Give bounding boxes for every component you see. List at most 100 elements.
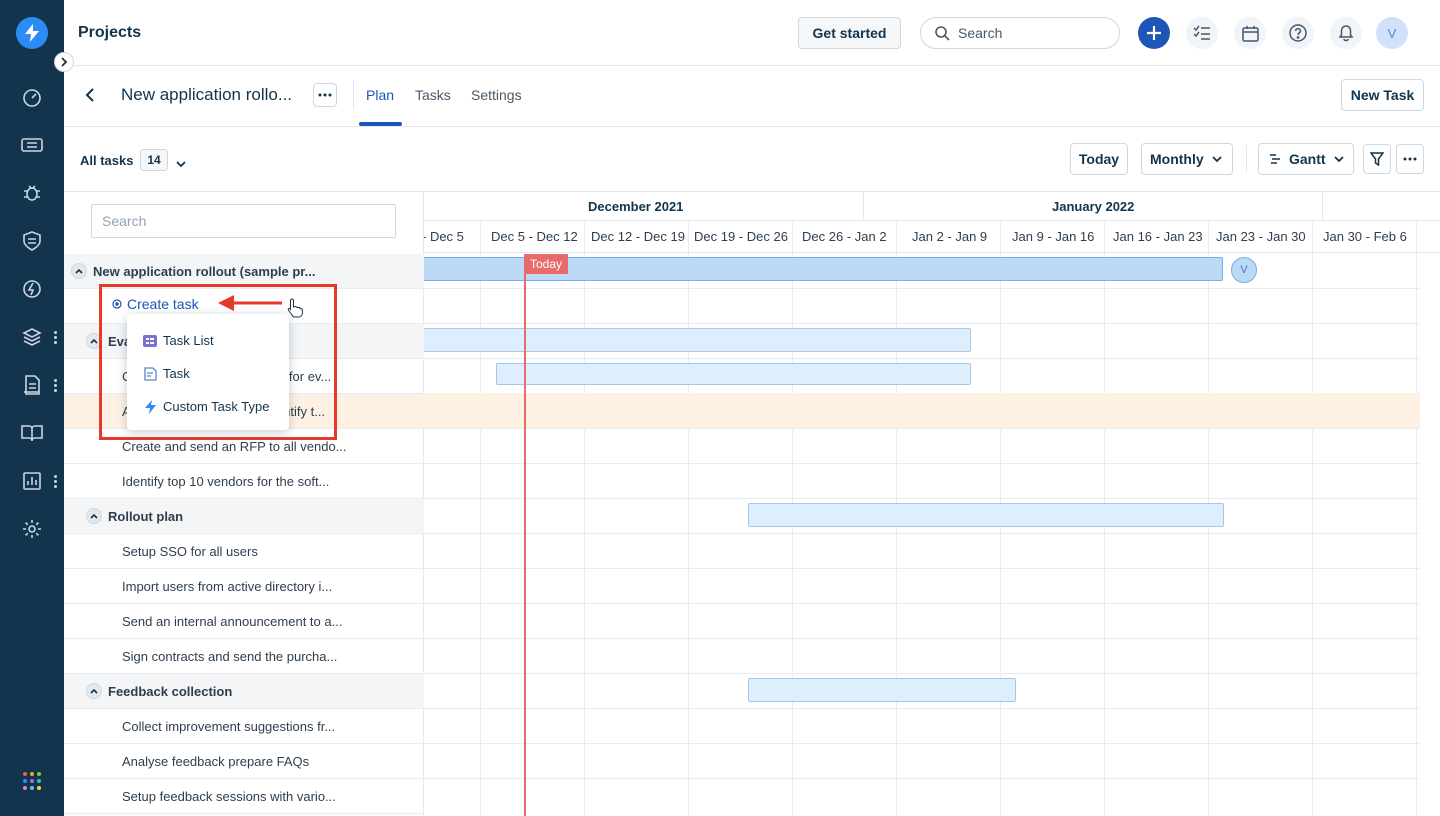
collapse-icon[interactable] bbox=[71, 263, 87, 279]
group-label: Feedback collection bbox=[108, 683, 233, 699]
task-bar[interactable] bbox=[496, 363, 971, 385]
task-row[interactable]: Sign contracts and send the purcha... bbox=[64, 639, 424, 674]
project-more-button[interactable] bbox=[313, 83, 337, 107]
week-label: Jan 23 - Jan 30 bbox=[1216, 229, 1306, 244]
tab-settings[interactable]: Settings bbox=[471, 87, 522, 103]
chevron-down-icon[interactable] bbox=[176, 155, 186, 171]
automation-icon[interactable] bbox=[20, 277, 44, 301]
left-nav-rail bbox=[0, 0, 64, 816]
grid-line bbox=[480, 221, 481, 816]
tickets-icon[interactable] bbox=[20, 133, 44, 157]
todo-checklist-button[interactable] bbox=[1186, 17, 1218, 49]
shield-icon[interactable] bbox=[20, 229, 44, 253]
task-list-bar[interactable] bbox=[424, 328, 971, 352]
chevron-down-icon bbox=[1333, 156, 1344, 163]
month-label: January 2022 bbox=[1052, 199, 1135, 214]
annotation-arrow-icon bbox=[218, 294, 284, 315]
dashboard-icon[interactable] bbox=[20, 86, 44, 110]
group-label: New application rollout (sample pr... bbox=[93, 263, 316, 279]
grid-line bbox=[424, 463, 1420, 464]
tab-plan[interactable]: Plan bbox=[366, 87, 394, 103]
layers-icon[interactable] bbox=[20, 325, 44, 349]
ellipsis-icon bbox=[1403, 157, 1417, 161]
task-row[interactable]: Setup feedback sessions with vario... bbox=[64, 779, 424, 814]
expand-sidebar-button[interactable] bbox=[54, 52, 74, 72]
grid-line bbox=[424, 428, 1420, 429]
tab-tasks[interactable]: Tasks bbox=[415, 87, 451, 103]
notifications-button[interactable] bbox=[1330, 17, 1362, 49]
task-label: Send an internal announcement to a... bbox=[122, 613, 343, 629]
divider bbox=[1322, 192, 1323, 221]
task-row[interactable]: Import users from active directory i... bbox=[64, 569, 424, 604]
more-options-button[interactable] bbox=[1396, 144, 1424, 174]
week-label: Jan 9 - Jan 16 bbox=[1012, 229, 1095, 244]
task-row[interactable]: Collect improvement suggestions fr... bbox=[64, 709, 424, 744]
task-count-badge: 14 bbox=[140, 149, 168, 171]
collapse-icon[interactable] bbox=[86, 508, 102, 524]
collapse-icon[interactable] bbox=[86, 683, 102, 699]
task-group-row[interactable]: Rollout plan bbox=[64, 499, 424, 534]
grid-line bbox=[424, 708, 1420, 709]
week-label: Dec 12 - Dec 19 bbox=[591, 229, 685, 244]
global-search-input[interactable]: Search bbox=[920, 17, 1120, 49]
task-label: Setup SSO for all users bbox=[122, 543, 258, 559]
grid-line bbox=[424, 778, 1420, 779]
apps-switcher-icon[interactable] bbox=[23, 772, 41, 790]
grid-line bbox=[584, 221, 585, 816]
assignee-avatar[interactable]: V bbox=[1231, 257, 1257, 283]
gantt-icon bbox=[1270, 154, 1280, 164]
user-avatar[interactable]: V bbox=[1376, 17, 1408, 49]
filter-icon bbox=[1370, 152, 1384, 166]
search-icon bbox=[935, 25, 950, 41]
timescale-select[interactable]: Monthly bbox=[1141, 143, 1233, 175]
help-button[interactable] bbox=[1282, 17, 1314, 49]
quick-create-button[interactable] bbox=[1138, 17, 1170, 49]
task-row[interactable]: Send an internal announcement to a... bbox=[64, 604, 424, 639]
divider bbox=[863, 192, 864, 221]
book-icon[interactable] bbox=[20, 421, 44, 445]
task-search-input[interactable]: Search bbox=[91, 204, 396, 238]
help-icon bbox=[1289, 24, 1307, 42]
week-label: Jan 30 - Feb 6 bbox=[1323, 229, 1407, 244]
task-list-bar[interactable] bbox=[748, 678, 1016, 702]
grid-line bbox=[424, 358, 1420, 359]
bug-icon[interactable] bbox=[20, 181, 44, 205]
document-more-icon[interactable] bbox=[54, 379, 58, 393]
task-label: Collect improvement suggestions fr... bbox=[122, 718, 336, 734]
today-button[interactable]: Today bbox=[1070, 143, 1128, 175]
page-title: Projects bbox=[78, 24, 142, 41]
grid-line bbox=[1312, 221, 1313, 816]
task-label: Analyse feedback prepare FAQs bbox=[122, 753, 310, 769]
back-arrow-icon[interactable] bbox=[82, 86, 100, 104]
get-started-button[interactable]: Get started bbox=[798, 17, 901, 49]
task-group-row[interactable]: Feedback collection bbox=[64, 674, 424, 709]
task-row[interactable]: Analyse feedback prepare FAQs bbox=[64, 744, 424, 779]
layers-more-icon[interactable] bbox=[54, 331, 58, 345]
view-type-select[interactable]: Gantt bbox=[1258, 143, 1354, 175]
plus-icon bbox=[1147, 26, 1161, 40]
top-header: Projects Get started Search V bbox=[64, 0, 1440, 66]
filter-button[interactable] bbox=[1363, 144, 1391, 174]
month-header: December 2021 January 2022 bbox=[424, 192, 1440, 221]
reports-icon[interactable] bbox=[20, 469, 44, 493]
gantt-chart: December 2021 January 2022 - Dec 5 Dec 5… bbox=[424, 192, 1440, 816]
document-icon[interactable] bbox=[20, 373, 44, 397]
task-row[interactable]: Identify top 10 vendors for the soft... bbox=[64, 464, 424, 499]
week-label: Dec 26 - Jan 2 bbox=[802, 229, 887, 244]
grid-line bbox=[424, 323, 1420, 324]
task-list-bar[interactable] bbox=[748, 503, 1224, 527]
highlighted-row bbox=[424, 393, 1420, 428]
chevron-down-icon bbox=[1212, 156, 1222, 163]
reports-more-icon[interactable] bbox=[54, 475, 58, 489]
calendar-button[interactable] bbox=[1234, 17, 1266, 49]
all-tasks-filter[interactable]: All tasks bbox=[80, 153, 133, 168]
new-task-button[interactable]: New Task bbox=[1341, 79, 1424, 111]
grid-line bbox=[424, 288, 1420, 289]
app-logo-icon[interactable] bbox=[16, 17, 48, 49]
group-label: Rollout plan bbox=[108, 508, 184, 524]
task-label: Sign contracts and send the purcha... bbox=[122, 648, 338, 664]
settings-gear-icon[interactable] bbox=[20, 517, 44, 541]
week-label: Jan 16 - Jan 23 bbox=[1113, 229, 1203, 244]
task-row[interactable]: Setup SSO for all users bbox=[64, 534, 424, 569]
timescale-label: Monthly bbox=[1150, 151, 1204, 167]
